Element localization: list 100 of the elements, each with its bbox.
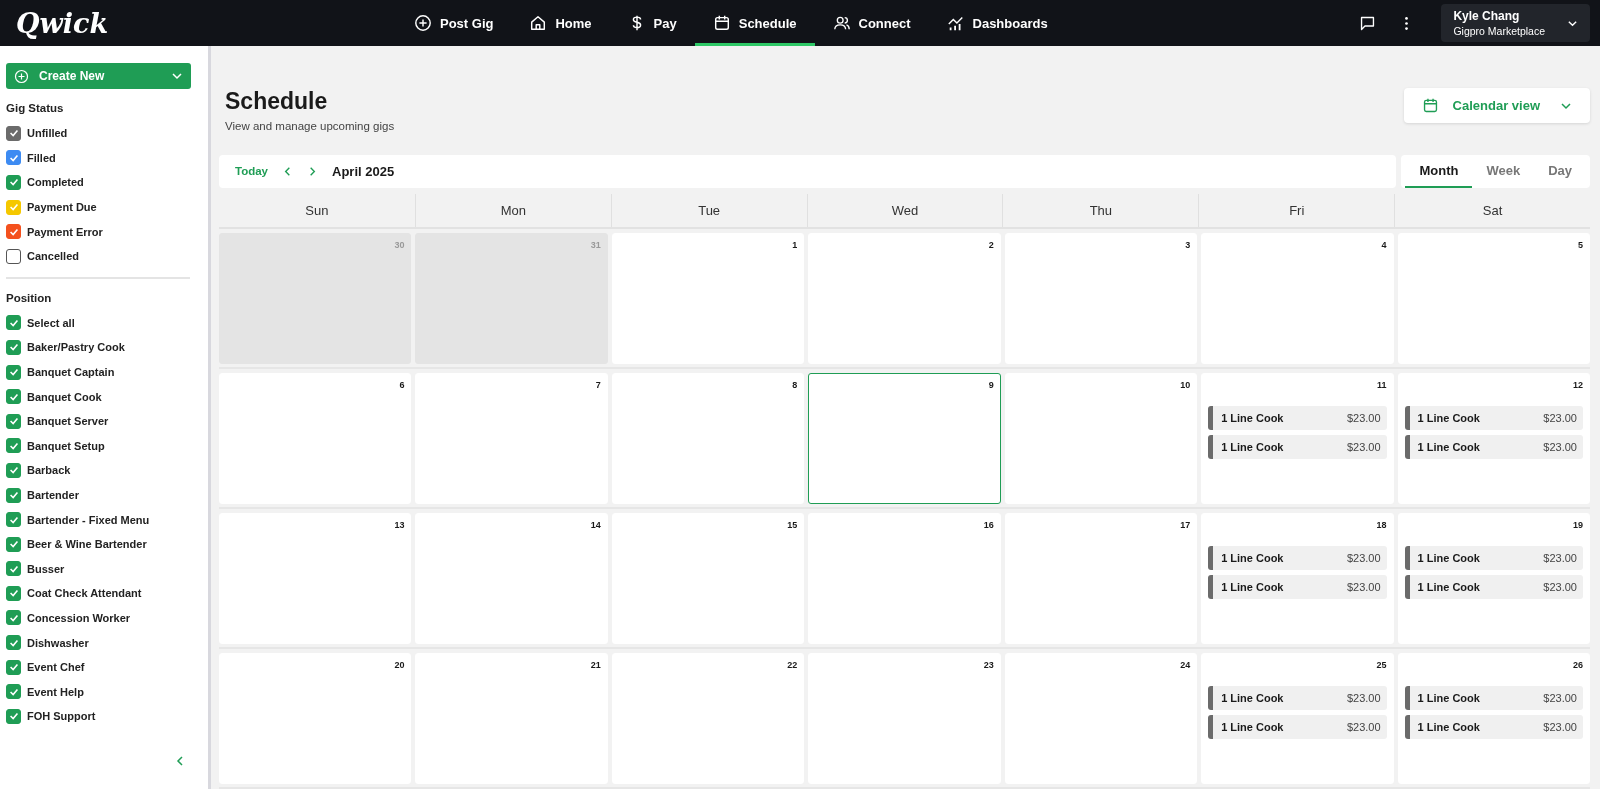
gig-entry[interactable]: 1 Line Cook $23.00 [1404, 575, 1583, 599]
section-title: Gig Status [6, 102, 65, 114]
checkbox[interactable] [6, 175, 21, 190]
day-cell[interactable]: 7 [415, 373, 608, 504]
gig-entry[interactable]: 1 Line Cook $23.00 [1208, 575, 1387, 599]
status-filter[interactable]: Cancelled [6, 243, 190, 269]
checkbox[interactable] [6, 413, 21, 429]
logo[interactable]: Qwick [16, 7, 396, 39]
checkbox[interactable] [6, 125, 21, 141]
status-filter[interactable]: Filled [6, 145, 190, 171]
day-cell[interactable]: 4 [1201, 233, 1394, 364]
position-filter[interactable]: Event Chef [6, 654, 190, 680]
position-filter[interactable]: Banquet Cook [6, 384, 190, 409]
checkbox[interactable] [6, 585, 21, 601]
day-cell[interactable]: 20 [219, 653, 412, 784]
checkbox[interactable] [6, 536, 21, 552]
gig-entry[interactable]: 1 Line Cook $23.00 [1208, 686, 1387, 710]
next-icon[interactable] [307, 166, 318, 177]
position-filter[interactable]: Banquet Server [6, 408, 190, 434]
position-filter[interactable]: Concession Worker [6, 605, 190, 631]
gig-entry[interactable]: 1 Line Cook $23.00 [1208, 546, 1387, 570]
day-cell[interactable]: 10 [1004, 373, 1198, 504]
day-cell[interactable]: 16 [808, 513, 1001, 644]
calendar-view-dropdown[interactable]: Calendar view [1403, 88, 1590, 123]
gig-entry[interactable]: 1 Line Cook $23.00 [1208, 406, 1387, 430]
day-cell[interactable]: 1 [611, 233, 805, 364]
day-cell[interactable]: 23 [808, 653, 1001, 784]
day-cell[interactable]: 3 [1004, 233, 1198, 364]
position-filter[interactable]: Barback [6, 458, 190, 483]
gig-entry[interactable]: 1 Line Cook $23.00 [1404, 715, 1583, 739]
position-filter[interactable]: Event Help [6, 679, 190, 705]
status-filter[interactable]: Payment Error [6, 219, 190, 244]
checkbox[interactable] [6, 315, 21, 331]
page-title: Schedule [225, 88, 329, 115]
checkbox[interactable] [6, 150, 21, 166]
day-cell[interactable]: 19 1 Line Cook $23.00 1 Line Cook $23.00 [1397, 513, 1590, 644]
checkbox[interactable] [6, 708, 21, 724]
checkbox[interactable] [6, 248, 21, 264]
checkbox[interactable] [6, 561, 21, 577]
gig-entry[interactable]: 1 Line Cook $23.00 [1404, 546, 1583, 570]
checkbox[interactable] [6, 364, 21, 380]
day-cell[interactable]: 6 [219, 373, 412, 504]
day-cell[interactable]: 17 [1004, 513, 1198, 644]
checkbox[interactable] [6, 462, 21, 478]
day-cell[interactable]: 14 [415, 513, 608, 644]
collapse-icon[interactable] [174, 755, 186, 767]
gig-entry[interactable]: 1 Line Cook $23.00 [1208, 715, 1387, 739]
day-cell[interactable]: 24 [1004, 653, 1198, 784]
chat-icon[interactable] [1359, 14, 1377, 32]
checkbox[interactable] [6, 610, 21, 626]
nav-tab[interactable]: Dashboards [928, 0, 1066, 46]
day-cell[interactable]: 15 [611, 513, 805, 644]
day-cell[interactable]: 8 [611, 373, 805, 504]
day-cell[interactable]: 18 1 Line Cook $23.00 1 Line Cook $23.00 [1201, 513, 1394, 644]
day-cell[interactable]: 11 1 Line Cook $23.00 1 Line Cook $23.00 [1201, 373, 1394, 504]
position-filter[interactable]: Baker/Pastry Cook [6, 335, 190, 360]
position-filter[interactable]: FOH Support [6, 704, 190, 729]
nav-tab[interactable]: Post Gig [396, 0, 512, 46]
day-cell[interactable]: 25 1 Line Cook $23.00 1 Line Cook $23.00 [1201, 653, 1394, 784]
account-menu[interactable]: Kyle Chang Gigpro Marketplace [1441, 4, 1590, 42]
day-cell[interactable]: 22 [611, 653, 805, 784]
gig-entry[interactable]: 1 Line Cook $23.00 [1404, 435, 1583, 459]
day-cell[interactable]: 12 1 Line Cook $23.00 1 Line Cook $23.00 [1397, 373, 1590, 504]
gig-entry[interactable]: 1 Line Cook $23.00 [1404, 406, 1583, 430]
position-filter[interactable]: Bartender [6, 482, 190, 508]
nav-tab[interactable]: Home [511, 0, 610, 46]
view-tab[interactable]: Day [1534, 155, 1586, 188]
position-filter[interactable]: Dishwasher [6, 630, 190, 655]
nav-tab[interactable]: Connect [814, 0, 929, 46]
day-cell[interactable]: 21 [415, 653, 608, 784]
position-filter[interactable]: Banquet Setup [6, 433, 190, 459]
status-filter[interactable]: Unfilled [6, 121, 190, 146]
day-cell[interactable]: 9 [808, 373, 1001, 504]
status-filter[interactable]: Completed [6, 170, 190, 195]
checkbox[interactable] [6, 684, 21, 700]
status-filter[interactable]: Payment Due [6, 194, 190, 220]
day-cell[interactable]: 2 [808, 233, 1001, 364]
position-filter[interactable]: Busser [6, 556, 190, 582]
checkbox[interactable] [6, 438, 21, 454]
view-tab[interactable]: Week [1472, 155, 1535, 188]
checkbox[interactable] [6, 389, 21, 405]
view-tab[interactable]: Month [1405, 155, 1473, 188]
checkbox[interactable] [6, 339, 21, 355]
day-cell[interactable]: 13 [219, 513, 412, 644]
day-cell[interactable]: 5 [1397, 233, 1590, 364]
day-cell[interactable]: 26 1 Line Cook $23.00 1 Line Cook $23.00 [1397, 653, 1590, 784]
checkbox[interactable] [6, 487, 21, 503]
position-filter[interactable]: Coat Check Attendant [6, 581, 190, 606]
position-filter[interactable]: Beer & Wine Bartender [6, 531, 190, 557]
position-filter[interactable]: Bartender - Fixed Menu [6, 507, 190, 532]
nav-tab[interactable]: Pay [609, 0, 695, 46]
checkbox[interactable] [6, 224, 21, 240]
gig-entry[interactable]: 1 Line Cook $23.00 [1208, 435, 1387, 459]
position-filter[interactable]: Select all [6, 310, 190, 336]
position-filter[interactable]: Banquet Captain [6, 359, 190, 385]
checkbox[interactable] [6, 635, 21, 651]
previous-icon[interactable] [282, 166, 293, 177]
checkbox[interactable] [6, 659, 21, 675]
gig-entry[interactable]: 1 Line Cook $23.00 [1404, 686, 1583, 710]
checkbox[interactable] [6, 512, 21, 528]
